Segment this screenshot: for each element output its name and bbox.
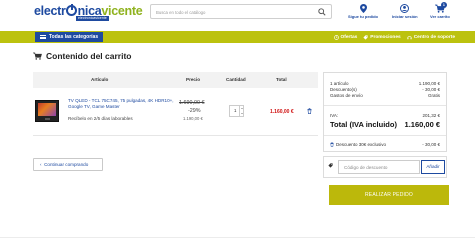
footer-divider	[0, 237, 475, 238]
login-label: Iniciar sesión	[392, 14, 418, 19]
trash-icon[interactable]	[307, 108, 312, 114]
tag-icon	[363, 34, 368, 40]
nav-links: Ofertas Promociones Centro de soporte	[333, 31, 455, 43]
nav-promotions-label: Promociones	[370, 34, 401, 40]
page-title-text: Contenido del carrito	[46, 51, 132, 61]
quantity-stepper[interactable]: 1	[229, 105, 244, 117]
cart-count-badge: 1	[440, 2, 447, 8]
all-categories-button[interactable]: Todas las categorías	[35, 32, 103, 42]
all-categories-label: Todas las categorías	[49, 34, 99, 40]
tv-stand	[45, 118, 50, 120]
track-order-link[interactable]: Sigue tu pedido	[348, 4, 378, 19]
cart-link[interactable]: 1 Ver carrito	[430, 2, 450, 19]
track-order-label: Sigue tu pedido	[348, 14, 378, 19]
coupon-box: Añadir	[323, 156, 447, 178]
clock-icon	[333, 34, 339, 40]
logo-subtitle: electronicavicente	[76, 16, 109, 21]
tv-screen	[38, 103, 56, 116]
cart-icon	[33, 52, 42, 60]
tag-icon	[328, 163, 333, 168]
summary-iva-value: 201,32 €	[422, 113, 440, 118]
summary-iva: IVA: 201,32 €	[330, 113, 440, 118]
main-navbar: Todas las categorías Ofertas Promociones…	[0, 31, 475, 43]
cart-summary: 1 artículo 1.190,00 € Descuento(s) - 30,…	[323, 72, 447, 152]
summary-total: Total (IVA incluido) 1.160,00 €	[330, 120, 440, 129]
page-title: Contenido del carrito	[33, 51, 131, 61]
row-total: 1.160,00 €	[270, 109, 294, 115]
col-price: Precio	[186, 77, 201, 82]
delivery-info: Recíbelo en 2/5 días laborables	[68, 116, 133, 121]
search-icon[interactable]	[318, 8, 326, 16]
summary-items: 1 artículo 1.190,00 €	[330, 81, 440, 86]
summary-shipping-label: Gastos de envío	[330, 93, 363, 98]
site-header: electrnicavicente electronicavicente Sig…	[0, 0, 475, 31]
nav-promotions[interactable]: Promociones	[363, 34, 401, 40]
col-quantity: Cantidad	[226, 77, 246, 82]
applied-coupon-value: - 30,00 €	[422, 142, 440, 147]
applied-coupon: Descuento 30€ exclusivo - 30,00 €	[330, 142, 440, 147]
nav-offers[interactable]: Ofertas	[333, 34, 358, 40]
search-input[interactable]	[156, 8, 306, 16]
quantity-arrows[interactable]	[239, 106, 243, 116]
user-icon	[400, 4, 410, 13]
col-article: Artículo	[91, 77, 109, 82]
apply-coupon-button[interactable]: Añadir	[421, 160, 445, 174]
search-box	[150, 4, 332, 19]
applied-coupon-label: Descuento 30€ exclusivo	[336, 142, 387, 147]
summary-shipping: Gastos de envío Gratis	[330, 93, 440, 98]
cart-item-row: TV QLED - TCL 75C745, 75 pulgadas, 4K HD…	[33, 88, 318, 136]
col-total: Total	[276, 77, 287, 82]
location-pin-icon	[359, 4, 367, 13]
coupon-input[interactable]	[338, 160, 420, 174]
site-logo[interactable]: electr nicavicente electronicavicente	[34, 3, 143, 22]
cart-table-header: Artículo Precio Cantidad Total	[33, 72, 318, 88]
summary-divider	[324, 105, 446, 106]
summary-items-value: 1.190,00 €	[418, 81, 440, 86]
summary-items-label: 1 artículo	[330, 81, 349, 86]
nav-offers-label: Ofertas	[340, 34, 358, 40]
trash-icon[interactable]	[330, 142, 334, 147]
product-name-link[interactable]: TV QLED - TCL 75C745, 75 pulgadas, 4K HD…	[68, 98, 183, 110]
logo-power-icon	[66, 4, 78, 16]
continue-shopping-label: Continuar comprando	[44, 162, 89, 167]
discounted-price: 1.190,00 €	[183, 116, 203, 121]
summary-total-value: 1.160,00 €	[404, 120, 440, 129]
menu-icon	[40, 35, 46, 39]
discount-percent: -29%	[188, 108, 201, 114]
summary-divider	[324, 135, 446, 136]
summary-discounts-value: - 30,00 €	[422, 87, 440, 92]
login-link[interactable]: Iniciar sesión	[392, 4, 418, 19]
nav-support-label: Centro de soporte	[413, 34, 455, 40]
checkout-button[interactable]: REALIZAR PEDIDO	[329, 185, 449, 205]
summary-iva-label: IVA:	[330, 113, 339, 118]
summary-shipping-value: Gratis	[427, 93, 440, 98]
product-image[interactable]	[35, 100, 59, 122]
summary-discounts-label: Descuento(s)	[330, 87, 357, 92]
summary-discounts: Descuento(s) - 30,00 €	[330, 87, 440, 92]
continue-shopping-button[interactable]: ‹ Continuar comprando	[33, 158, 103, 171]
original-price: 1.690,00 €	[179, 100, 205, 106]
summary-total-label: Total (IVA incluido)	[330, 120, 397, 129]
nav-support[interactable]: Centro de soporte	[407, 35, 455, 40]
headset-icon	[407, 35, 412, 39]
quantity-value: 1	[234, 108, 237, 113]
cart-label: Ver carrito	[430, 14, 450, 19]
